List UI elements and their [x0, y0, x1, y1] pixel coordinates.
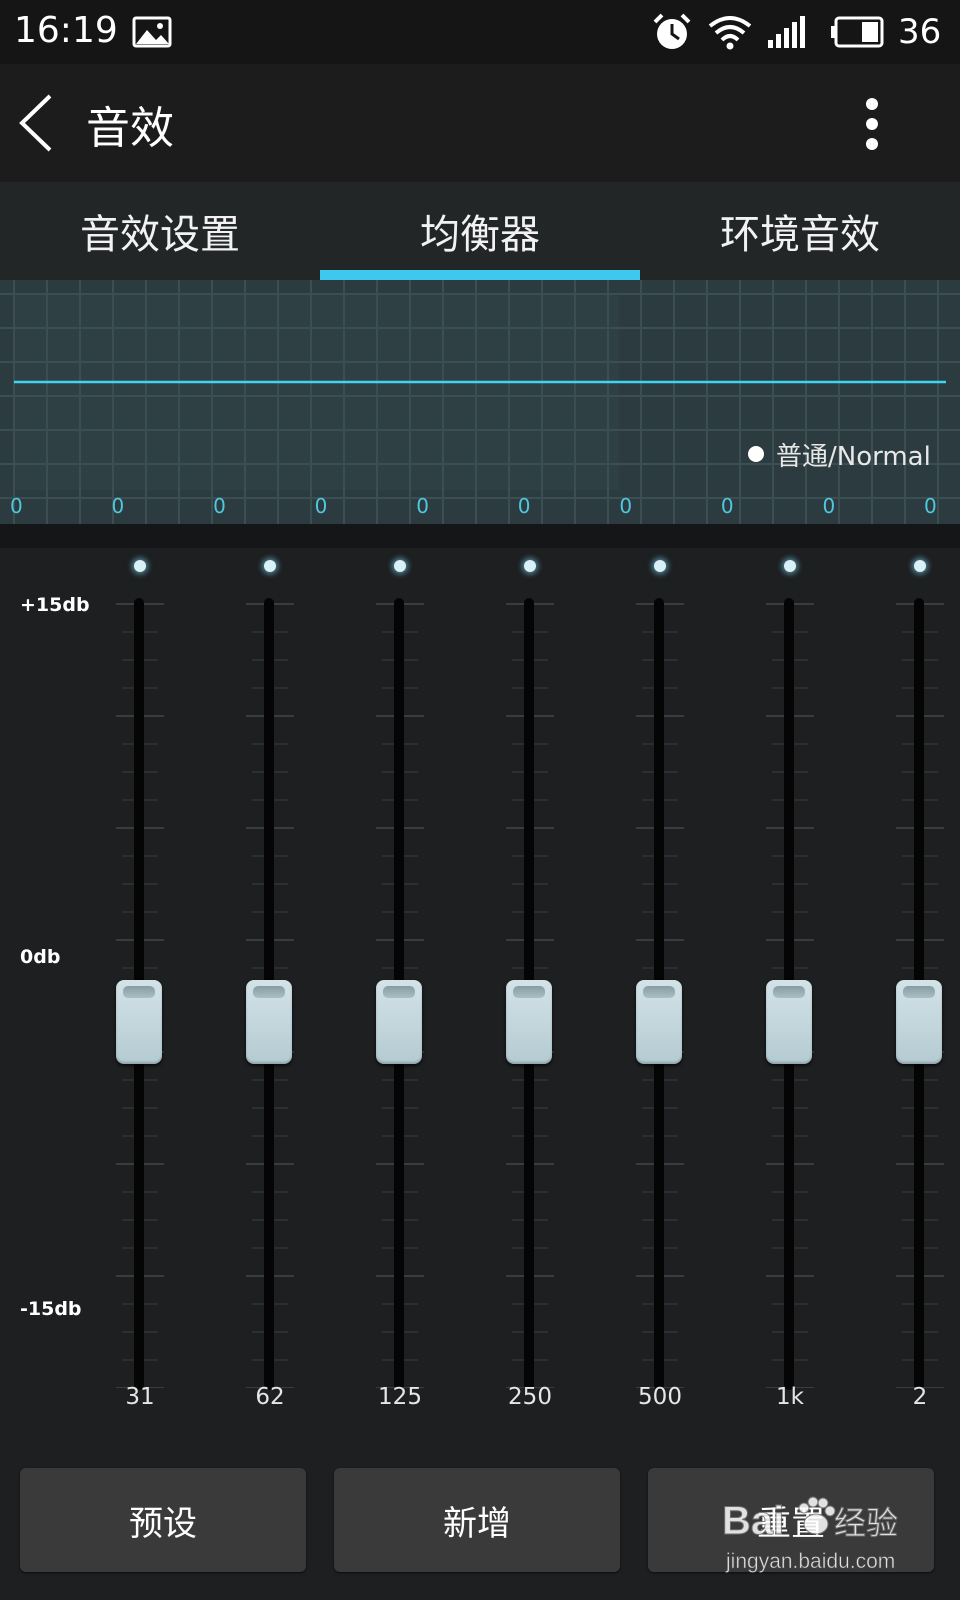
- add-button[interactable]: 新增: [334, 1468, 620, 1572]
- preset-button[interactable]: 预设: [20, 1468, 306, 1572]
- image-notification-icon: [132, 16, 172, 48]
- eq-band-slider[interactable]: 500: [600, 548, 720, 1428]
- band-frequency-label: 1k: [776, 1384, 804, 1410]
- app-bar: 音效: [0, 64, 960, 182]
- back-arrow-icon[interactable]: [14, 92, 62, 154]
- tab-bar: 音效设置 均衡器 环境音效: [0, 182, 960, 280]
- signal-icon: [768, 16, 805, 48]
- curve-value: 0: [619, 494, 633, 518]
- baidu-jingyan-watermark: Bai 经验 jingyan.baidu.com: [722, 1496, 899, 1573]
- slider-knob[interactable]: [896, 980, 942, 1064]
- equalizer-panel: +15db 0db -15db 31 62 125 250 500 1k 2: [0, 548, 960, 1428]
- eq-band-slider[interactable]: 250: [470, 548, 590, 1428]
- watermark-brand: Bai: [722, 1499, 784, 1543]
- slider-knob[interactable]: [246, 980, 292, 1064]
- slider-knob[interactable]: [636, 980, 682, 1064]
- band-led-indicator: [654, 560, 666, 572]
- alarm-icon: [653, 13, 691, 49]
- eq-curve-grid: [0, 280, 960, 524]
- slider-knob[interactable]: [766, 980, 812, 1064]
- battery-level: 36: [898, 12, 942, 52]
- slider-knob[interactable]: [506, 980, 552, 1064]
- eq-band-slider[interactable]: 125: [340, 548, 460, 1428]
- curve-value: 0: [314, 494, 328, 518]
- band-led-indicator: [264, 560, 276, 572]
- band-frequency-label: 31: [125, 1384, 155, 1410]
- tab-equalizer[interactable]: 均衡器: [320, 182, 640, 280]
- eq-curve-graph: 普通/Normal 0 0 0 0 0 0 0 0 0 0: [0, 280, 960, 524]
- band-led-indicator: [524, 560, 536, 572]
- status-bar: 16:19 36: [0, 0, 960, 64]
- band-frequency-label: 250: [508, 1384, 552, 1410]
- eq-band-slider[interactable]: 1k: [730, 548, 850, 1428]
- band-frequency-label: 2: [912, 1384, 928, 1410]
- curve-value: 0: [10, 494, 23, 518]
- eq-band-slider[interactable]: 2: [860, 548, 960, 1428]
- band-led-indicator: [784, 560, 796, 572]
- curve-value: 0: [111, 494, 125, 518]
- slider-knob[interactable]: [116, 980, 162, 1064]
- slider-knob[interactable]: [376, 980, 422, 1064]
- watermark-brand-suffix: 经验: [834, 1504, 898, 1542]
- eq-band-slider[interactable]: 62: [210, 548, 330, 1428]
- band-frequency-label: 500: [638, 1384, 682, 1410]
- band-frequency-label: 125: [378, 1384, 422, 1410]
- active-tab-indicator: [320, 270, 640, 280]
- curve-value: 0: [822, 494, 836, 518]
- curve-value: 0: [720, 494, 734, 518]
- band-led-indicator: [394, 560, 406, 572]
- section-divider: [0, 524, 960, 548]
- page-title: 音效: [86, 103, 174, 154]
- tab-sound-settings[interactable]: 音效设置: [0, 182, 320, 280]
- wifi-icon: [708, 16, 752, 50]
- preset-indicator-dot: [748, 446, 764, 462]
- status-time: 16:19: [14, 10, 118, 51]
- band-led-indicator: [914, 560, 926, 572]
- watermark-url: jingyan.baidu.com: [725, 1550, 895, 1573]
- curve-value: 0: [213, 494, 226, 518]
- curve-value: 0: [924, 494, 937, 518]
- eq-band-slider[interactable]: 31: [80, 548, 200, 1428]
- battery-icon: [831, 16, 884, 48]
- curve-value: 0: [416, 494, 429, 518]
- db-zero-label: 0db: [20, 946, 61, 968]
- paw-icon: [798, 1496, 836, 1535]
- more-options-icon[interactable]: [860, 96, 884, 152]
- tab-ambient-effects[interactable]: 环境音效: [640, 182, 960, 280]
- preset-label: 普通/Normal: [776, 442, 931, 472]
- band-led-indicator: [134, 560, 146, 572]
- band-frequency-label: 62: [255, 1384, 285, 1410]
- db-min-label: -15db: [20, 1298, 82, 1320]
- curve-value: 0: [517, 494, 531, 518]
